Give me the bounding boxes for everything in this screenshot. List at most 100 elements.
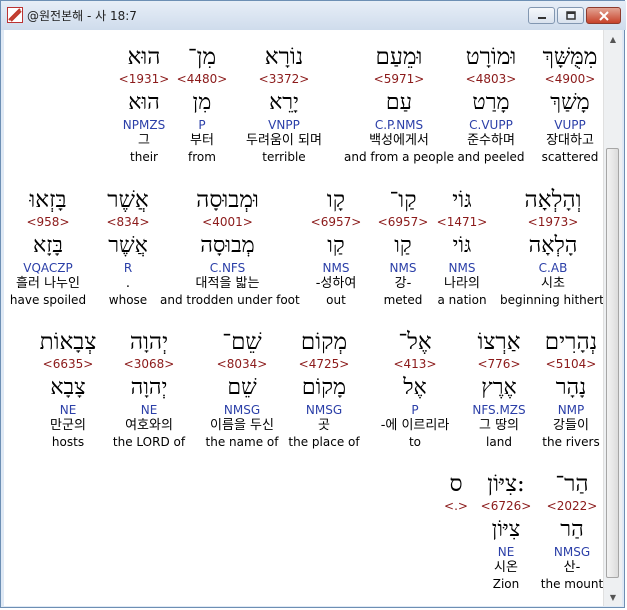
hebrew-word: אֲשֶׁר bbox=[107, 187, 149, 213]
minimize-button[interactable] bbox=[528, 7, 555, 24]
strong-number[interactable]: <4725> bbox=[284, 358, 364, 374]
word-cell[interactable]: בָּזְאוּ <958> בָּזָא VQACZP 흘러 나누인 have… bbox=[8, 189, 88, 309]
strong-number[interactable]: <8034> bbox=[197, 358, 287, 374]
english-gloss: and peeled bbox=[457, 150, 525, 164]
korean-gloss: 여호와의 bbox=[125, 418, 173, 433]
word-cell[interactable]: אַרְצוֹ <776> אֶרֶץ NFS.MZS 그 땅의 land bbox=[459, 331, 539, 451]
korean-gloss: 장대하고 bbox=[546, 133, 594, 148]
strong-number[interactable]: <413> bbox=[365, 358, 465, 374]
word-cell[interactable]: וּמוֹרָט <4803> מָרַט C.VUPP 준수하며 and pe… bbox=[451, 46, 531, 166]
english-gloss: and trodden under foot bbox=[160, 293, 300, 307]
parsing-code: NMS bbox=[322, 261, 350, 275]
parsing-code: R bbox=[123, 261, 133, 275]
word-cell[interactable]: הוּא <1931> הוּא NPMZS 그 their bbox=[104, 46, 184, 166]
korean-gloss: -성하여 bbox=[315, 276, 357, 291]
english-gloss: the rivers bbox=[542, 435, 600, 449]
strong-number[interactable]: <6635> bbox=[28, 358, 108, 374]
scroll-up-icon[interactable]: ▲ bbox=[605, 31, 621, 47]
lemma-word: מָקוֹם bbox=[301, 375, 347, 400]
strong-number[interactable]: <4803> bbox=[451, 73, 531, 89]
strong-number[interactable]: <1973> bbox=[500, 216, 603, 232]
strong-number[interactable]: <4001> bbox=[160, 216, 295, 232]
lemma-word: מְבוּסָה bbox=[200, 233, 255, 258]
parsing-code: C.AB bbox=[538, 261, 568, 275]
word-cell[interactable]: ס <.> bbox=[416, 473, 496, 516]
english-gloss: have spoiled bbox=[9, 293, 87, 307]
word-cell[interactable]: וּמֵעַם <5971> עַם C.P.NMS 백성에게서 and fro… bbox=[344, 46, 454, 166]
korean-gloss: 흘러 나누인 bbox=[16, 276, 80, 291]
parsing-code: NPMZS bbox=[122, 118, 166, 132]
parsing-code: VUPP bbox=[554, 118, 586, 132]
word-cell[interactable]: אֲשֶׁר <834> אֲשֶׁר R . whose bbox=[88, 189, 168, 309]
hebrew-word: נְהָרִים bbox=[544, 329, 598, 355]
word-cell[interactable]: נוֹרָא <3372> יָרֵא VNPP 두려움이 되며 terribl… bbox=[229, 46, 339, 166]
strong-number[interactable]: <958> bbox=[8, 216, 88, 232]
strong-number[interactable]: <4900> bbox=[530, 73, 603, 89]
english-gloss: scattered bbox=[541, 150, 599, 164]
korean-gloss: 대적을 밟는 bbox=[195, 276, 260, 291]
word-cell[interactable]: קָו <6957> קַו NMS -성하여 out bbox=[296, 189, 376, 309]
strong-number[interactable]: <6957> bbox=[296, 216, 376, 232]
korean-gloss: 두려움이 되며 bbox=[246, 133, 322, 148]
word-cell[interactable]: יְהוָה <3068> יְהוָה NE 여호와의 the LORD of bbox=[109, 331, 189, 451]
lemma-word: אֲשֶׁר bbox=[108, 233, 148, 258]
english-gloss: their bbox=[130, 150, 158, 164]
word-cell[interactable]: וְהָלְאָה <1973> הָלְאָה C.AB 시초 beginni… bbox=[500, 189, 603, 309]
hebrew-word: הוּא bbox=[127, 44, 161, 70]
strong-number[interactable]: <5971> bbox=[344, 73, 454, 89]
hebrew-word: בָּזְאוּ bbox=[29, 187, 67, 213]
strong-number[interactable]: <5104> bbox=[531, 358, 603, 374]
strong-number[interactable]: <.> bbox=[416, 500, 496, 516]
parsing-code: NE bbox=[59, 403, 77, 417]
app-window: @원전본해 - 사 18:7 מִמֻּשָּׁךְ <4900> מָשַׁך… bbox=[0, 0, 626, 608]
strong-number[interactable]: <3068> bbox=[109, 358, 189, 374]
korean-gloss: 이름을 두신 bbox=[210, 418, 274, 433]
maximize-icon bbox=[565, 11, 576, 20]
hebrew-word: נוֹרָא bbox=[264, 44, 304, 70]
verse-panel: מִמֻּשָּׁךְ <4900> מָשַׁךְ VUPP 장대하고 sca… bbox=[4, 30, 603, 606]
strong-number[interactable]: <1931> bbox=[104, 73, 184, 89]
scroll-down-icon[interactable]: ▼ bbox=[605, 589, 621, 605]
parsing-code: VNPP bbox=[268, 118, 300, 132]
lemma-word: יְהוָה bbox=[130, 375, 168, 400]
lemma-word: צִיּוֹן bbox=[491, 517, 521, 542]
vertical-scrollbar[interactable]: ▲ ▼ bbox=[603, 30, 622, 606]
title-bar[interactable]: @원전본해 - 사 18:7 bbox=[1, 1, 626, 30]
lemma-word: צָבָא bbox=[50, 375, 86, 400]
korean-gloss: 그 bbox=[138, 133, 150, 148]
hebrew-word: וּמְבוּסָה bbox=[196, 187, 259, 213]
korean-gloss: 만군의 bbox=[50, 418, 86, 433]
hebrew-word: יְהוָה bbox=[129, 329, 169, 355]
parsing-code: P bbox=[411, 403, 419, 417]
parsing-code: NFS.MZS bbox=[472, 403, 526, 417]
word-cell[interactable]: וּמְבוּסָה <4001> מְבוּסָה C.NFS 대적을 밟는 … bbox=[160, 187, 300, 309]
parsing-code: VQACZP bbox=[23, 261, 73, 275]
korean-gloss: 시온 bbox=[494, 560, 518, 575]
window-title: @원전본해 - 사 18:7 bbox=[27, 9, 137, 23]
maximize-button[interactable] bbox=[557, 7, 584, 24]
strong-number[interactable]: <776> bbox=[459, 358, 539, 374]
close-button[interactable] bbox=[586, 7, 621, 24]
strong-number[interactable]: <3372> bbox=[229, 73, 339, 89]
strong-number[interactable]: <834> bbox=[88, 216, 168, 232]
word-cell[interactable]: אֶל־ <413> אֶל P -에 이르리라 to bbox=[365, 331, 465, 451]
english-gloss: the place of bbox=[288, 435, 360, 449]
korean-gloss: 백성에게서 bbox=[369, 133, 429, 148]
english-gloss: beginning hitherto bbox=[500, 293, 603, 307]
korean-gloss: . bbox=[125, 276, 131, 291]
word-cell[interactable]: מְקוֹם <4725> מָקוֹם NMSG 곳 the place of bbox=[284, 331, 364, 451]
hebrew-word: שֵׁם־ bbox=[222, 329, 262, 355]
korean-gloss: -에 이르리라 bbox=[380, 418, 450, 433]
korean-gloss: 시초 bbox=[541, 276, 565, 291]
word-cell[interactable]: צְבָאוֹת <6635> צָבָא NE 만군의 hosts bbox=[28, 331, 108, 451]
word-cell[interactable]: שֵׁם־ <8034> שֵׁם NMSG 이름을 두신 the name o… bbox=[197, 331, 287, 451]
english-gloss: terrible bbox=[262, 150, 306, 164]
word-cell[interactable]: מִמֻּשָּׁךְ <4900> מָשַׁךְ VUPP 장대하고 sca… bbox=[530, 46, 603, 166]
parsing-code: NE bbox=[497, 545, 515, 559]
minimize-icon bbox=[537, 16, 546, 19]
lemma-word: אֶל bbox=[403, 375, 427, 400]
word-cell[interactable]: נְהָרִים <5104> נָהָר NMP 강들이 the rivers bbox=[531, 331, 603, 451]
scroll-thumb[interactable] bbox=[606, 148, 619, 578]
lemma-word: אֶרֶץ bbox=[481, 375, 517, 400]
english-gloss: and from a people bbox=[344, 150, 454, 164]
